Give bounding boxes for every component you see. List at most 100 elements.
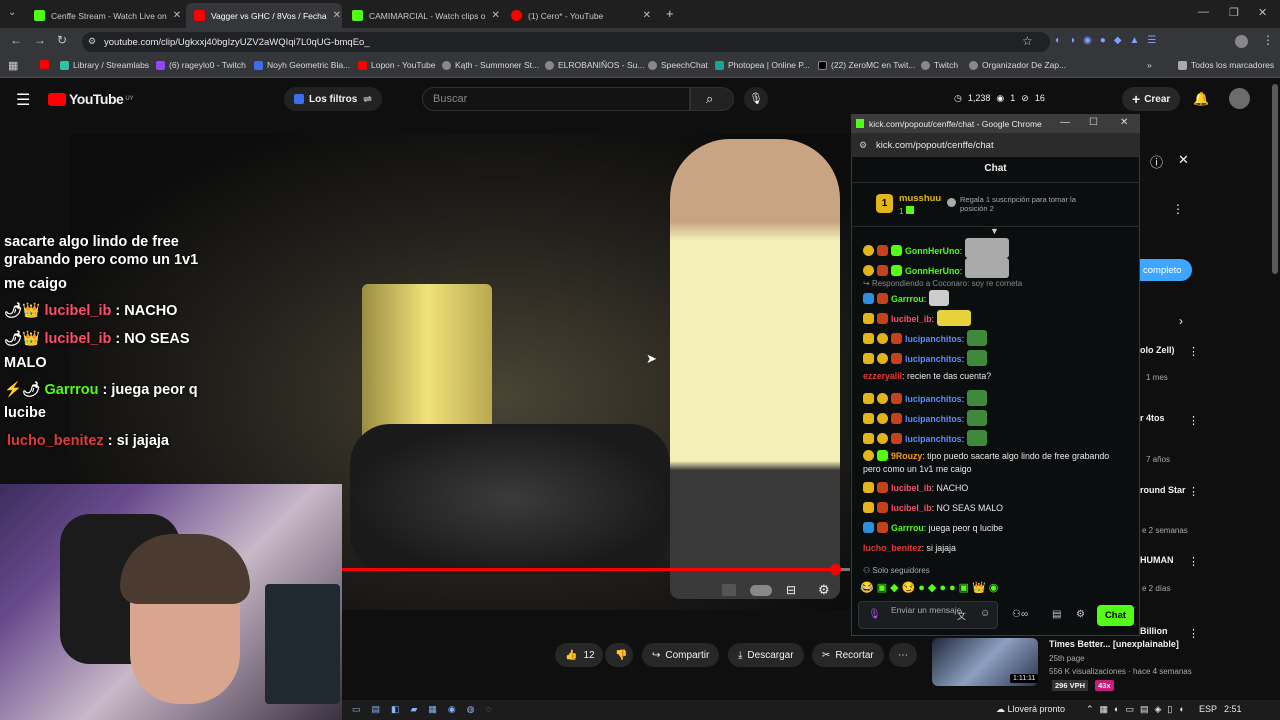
share-button[interactable]: ↪ Compartir: [642, 643, 720, 667]
youtube-logo[interactable]: YouTube UY: [48, 91, 134, 107]
sidebar-video-title[interactable]: Times Better... [unexplainable]: [1049, 639, 1179, 649]
popup-maximize-icon[interactable]: ☐: [1089, 117, 1098, 128]
back-icon[interactable]: ←: [10, 33, 22, 47]
hamburger-menu-icon[interactable]: ☰: [16, 90, 30, 110]
progress-bar-played[interactable]: [342, 568, 836, 571]
sidebar-video-title[interactable]: round Star: [1140, 485, 1186, 495]
close-window-icon[interactable]: ✕: [1258, 6, 1267, 19]
bookmark-item[interactable]: Photopea | Online P...: [715, 60, 810, 70]
like-button[interactable]: 👍 12: [555, 643, 603, 667]
emote-bar[interactable]: 😂▣◆😏●◆●●▣👑◉: [860, 581, 1001, 594]
subtitles-icon[interactable]: ⊟: [786, 583, 796, 597]
close-tab-icon[interactable]: ✕: [486, 10, 500, 21]
browser-tab-active[interactable]: Vagger vs GHC / 8Vos / Fecha ✕: [186, 3, 342, 28]
translate-icon[interactable]: 文: [957, 609, 966, 622]
dislike-button[interactable]: 👎: [605, 643, 633, 667]
close-panel-icon[interactable]: ✕: [1178, 152, 1189, 168]
filter-button[interactable]: Los filtros ⇌: [284, 87, 382, 111]
popup-close-icon[interactable]: ✕: [1120, 117, 1128, 128]
bookmark-item[interactable]: (22) ZeroMC en Twit...: [818, 60, 915, 70]
apps-icon[interactable]: ▦: [8, 59, 18, 72]
browser-tab[interactable]: (1) Cero* - YouTube ✕: [503, 3, 659, 28]
settings-gear-icon[interactable]: ⚙: [818, 582, 830, 598]
more-bookmarks-icon[interactable]: »: [1147, 60, 1152, 70]
mic-button[interactable]: 🎙: [744, 87, 768, 111]
system-tray-icons[interactable]: ⌃▦◐▭▤◈▯◖: [1086, 704, 1190, 715]
extension-icons[interactable]: ◐◑◉●◆▲☰: [1055, 35, 1164, 46]
more-options-icon[interactable]: ⋮: [1188, 485, 1199, 498]
account-avatar[interactable]: [1229, 88, 1250, 109]
all-bookmarks[interactable]: Todos los marcadores: [1178, 60, 1274, 70]
menu-kebab-icon[interactable]: ⋮: [1262, 33, 1274, 47]
notifications-bell-icon[interactable]: 🔔: [1193, 91, 1209, 107]
bookmark-item[interactable]: Library / Streamlabs: [60, 60, 149, 70]
popup-minimize-icon[interactable]: —: [1060, 117, 1070, 128]
forward-icon[interactable]: →: [34, 33, 46, 47]
sidebar-video-title[interactable]: olo Zell): [1140, 345, 1175, 355]
completo-button[interactable]: completo: [1140, 259, 1192, 281]
info-icon[interactable]: ⓘ: [1150, 152, 1163, 171]
more-options-icon[interactable]: ⋮: [1188, 627, 1199, 640]
new-tab-icon[interactable]: +: [666, 6, 674, 21]
progress-scrubber[interactable]: [830, 564, 841, 575]
tab-search-icon[interactable]: ⌄: [8, 7, 16, 18]
thumbs-up-icon: 👍: [565, 649, 578, 661]
create-button[interactable]: + Crear: [1122, 87, 1181, 111]
sidebar-video-title[interactable]: r 4tos: [1140, 413, 1165, 423]
emoji-icon[interactable]: ☺: [980, 608, 990, 619]
bookmark-item[interactable]: (6) rageylo0 - Twitch: [156, 60, 246, 70]
sidebar-video-title[interactable]: HUMAN: [1140, 555, 1174, 565]
bookmark-item[interactable]: SpeechChat: [648, 60, 708, 70]
close-tab-icon[interactable]: ✕: [327, 10, 341, 21]
chat-message: lucibel_ib: NO SEAS MALO: [863, 502, 1003, 514]
reload-icon[interactable]: ↻: [57, 33, 67, 47]
chat-send-button[interactable]: Chat: [1097, 605, 1134, 626]
youtube-play-icon: [48, 92, 66, 106]
clock[interactable]: 2:51: [1224, 704, 1242, 714]
browser-tab[interactable]: Cenffe Stream - Watch Live on ✕: [26, 3, 184, 28]
clip-icon[interactable]: [722, 584, 736, 596]
top-gifter-name[interactable]: musshuu: [899, 193, 941, 204]
weather-widget[interactable]: ☁ Lloverá pronto: [996, 704, 1065, 715]
bookmark-item[interactable]: Kąth - Summoner St...: [442, 60, 539, 70]
bookmark-item[interactable]: [40, 60, 53, 69]
taskbar-app-icons[interactable]: ▭▤◧▰▦◉◍◌: [352, 704, 502, 715]
clip-button[interactable]: ✂ Recortar: [812, 643, 884, 667]
bookmark-item[interactable]: Lopon - YouTube: [358, 60, 435, 70]
download-icon: ⤓: [738, 649, 743, 661]
maximize-icon[interactable]: ❐: [1229, 6, 1239, 19]
close-tab-icon[interactable]: ✕: [167, 10, 181, 21]
globe-icon: [648, 60, 657, 70]
bolt-badge-icon: [863, 522, 874, 533]
address-bar[interactable]: youtube.com/clip/Ugkxxj40bgIzyUZV2aWQIqi…: [82, 32, 1050, 52]
bookmark-item[interactable]: Twitch: [921, 60, 958, 70]
sidebar-channel[interactable]: 25th page: [1049, 654, 1085, 663]
page-scrollbar[interactable]: [1272, 84, 1278, 274]
bookmark-item[interactable]: ELROBANIÑOS - Su...: [545, 60, 644, 70]
minimize-icon[interactable]: —: [1198, 6, 1209, 18]
chevron-right-icon[interactable]: ›: [1179, 314, 1183, 328]
more-options-icon[interactable]: ⋮: [1188, 345, 1199, 358]
autoplay-toggle[interactable]: [750, 585, 772, 596]
more-options-icon[interactable]: ⋮: [1188, 555, 1199, 568]
chat-settings-icon[interactable]: ⚙: [1076, 609, 1085, 620]
site-info-icon[interactable]: ⚙: [88, 36, 96, 47]
store-icon[interactable]: ▤: [1052, 609, 1061, 620]
sub-badge-icon: [863, 245, 874, 256]
bookmark-item[interactable]: Organizador De Zap...: [969, 60, 1066, 70]
language-indicator[interactable]: ESP: [1199, 704, 1217, 714]
bookmark-item[interactable]: Noyh Geometric Bla...: [254, 60, 350, 70]
browser-tab[interactable]: CAMIMARCIAL - Watch clips o ✕: [344, 3, 502, 28]
download-button[interactable]: ⤓ Descargar: [728, 643, 804, 667]
more-options-icon[interactable]: ⋮: [1188, 414, 1199, 427]
more-actions-button[interactable]: ⋯: [889, 643, 917, 667]
users-icon[interactable]: ⚇∞: [1012, 609, 1028, 620]
microphone-icon[interactable]: 🎙: [868, 609, 881, 620]
bookmark-star-icon[interactable]: ☆: [1022, 34, 1033, 48]
more-options-icon[interactable]: ⋮: [1172, 202, 1184, 216]
profile-avatar[interactable]: [1235, 35, 1248, 48]
sidebar-video-title[interactable]: Billion: [1140, 626, 1168, 636]
search-input[interactable]: Buscar: [422, 87, 690, 111]
search-button[interactable]: ⌕: [690, 87, 734, 111]
close-tab-icon[interactable]: ✕: [637, 10, 651, 21]
